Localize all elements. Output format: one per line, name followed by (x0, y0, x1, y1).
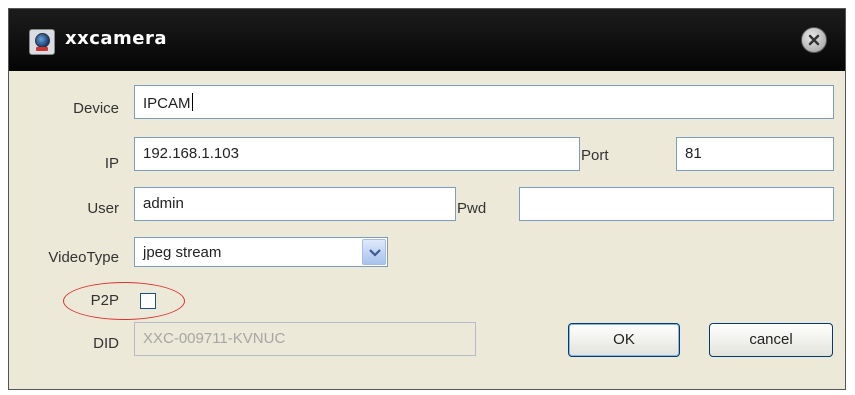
chevron-down-icon (369, 249, 381, 257)
ip-value: 192.168.1.103 (143, 145, 239, 162)
ip-input[interactable]: 192.168.1.103 (134, 137, 580, 171)
user-value: admin (143, 195, 184, 212)
close-icon (808, 34, 820, 46)
port-value: 81 (685, 145, 702, 162)
text-caret (191, 93, 193, 111)
camera-icon (29, 29, 55, 55)
title-bar[interactable]: xxcamera (9, 9, 845, 71)
port-input[interactable]: 81 (676, 137, 834, 171)
port-label: Port (581, 147, 609, 164)
did-value: XXC-009711-KVNUC (143, 330, 286, 347)
window-title: xxcamera (65, 28, 168, 49)
did-input: XXC-009711-KVNUC (134, 322, 476, 356)
videotype-select[interactable]: jpeg stream (134, 237, 388, 267)
cancel-button[interactable]: cancel (709, 323, 833, 357)
close-button[interactable] (801, 27, 827, 53)
p2p-checkbox[interactable] (140, 293, 156, 309)
dropdown-button[interactable] (362, 239, 386, 265)
ip-label: IP (104, 155, 119, 172)
device-label: Device (73, 100, 119, 117)
device-value: IPCAM (143, 95, 191, 112)
dialog-window: xxcamera Device IPCAM IP 192.168.1.103 P… (8, 8, 846, 390)
device-input[interactable]: IPCAM (134, 85, 834, 119)
did-label: DID (93, 335, 119, 352)
videotype-label: VideoType (48, 249, 119, 266)
user-input[interactable]: admin (134, 187, 456, 221)
pwd-label: Pwd (457, 200, 487, 217)
ok-button[interactable]: OK (568, 323, 680, 357)
pwd-input[interactable] (519, 187, 834, 221)
user-label: User (87, 200, 119, 217)
videotype-selected: jpeg stream (143, 244, 222, 261)
p2p-label: P2P (90, 292, 119, 309)
